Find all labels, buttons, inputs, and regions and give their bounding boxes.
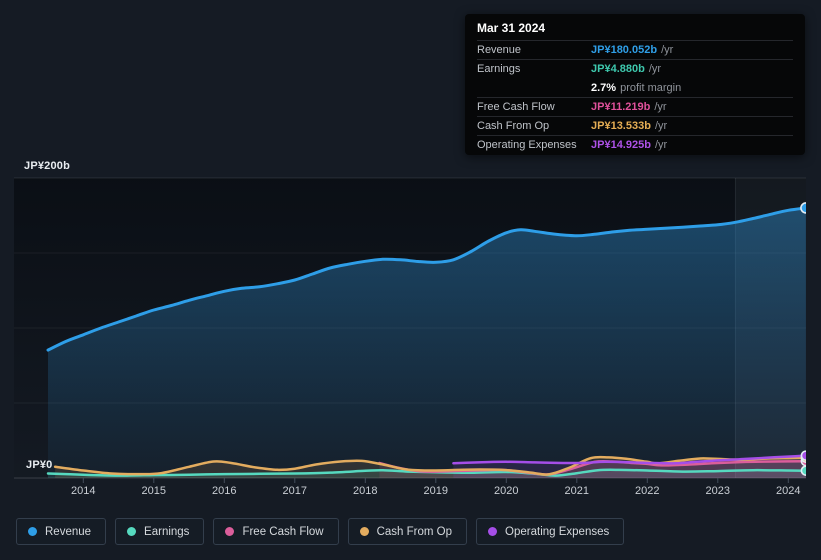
x-axis-label-2014: 2014 xyxy=(71,485,96,497)
tooltip-earnings-label: Earnings xyxy=(477,63,521,75)
x-axis-label-2021: 2021 xyxy=(564,485,590,497)
tooltip-fcf-label: Free Cash Flow xyxy=(477,101,555,113)
tooltip-row-profit-margin: 2.7% profit margin xyxy=(477,78,793,97)
tooltip-revenue-unit: /yr xyxy=(661,44,674,56)
tooltip-row-earnings: Earnings JP¥4.880b /yr xyxy=(477,59,793,78)
x-axis-label-2019: 2019 xyxy=(423,485,449,497)
chart-legend: Revenue Earnings Free Cash Flow Cash From O… xyxy=(16,518,625,545)
legend-label: Revenue xyxy=(45,525,92,538)
x-axis-ticks xyxy=(82,478,789,483)
chart-tooltip: Mar 31 2024 Revenue JP¥180.052b /yr Earn… xyxy=(465,14,805,155)
legend-label: Earnings xyxy=(144,525,190,538)
legend-label: Operating Expenses xyxy=(505,525,610,538)
x-axis-label-2016: 2016 xyxy=(212,485,237,497)
tooltip-revenue-label: Revenue xyxy=(477,44,522,56)
legend-label: Free Cash Flow xyxy=(242,525,324,538)
cash-from-op-legend-dot-icon xyxy=(359,527,369,536)
x-axis-label-2018: 2018 xyxy=(353,485,378,497)
revenue-end-marker xyxy=(800,202,806,214)
tooltip-opex-unit: /yr xyxy=(654,139,668,151)
tooltip-cashop-unit: /yr xyxy=(654,120,668,132)
x-axis-label-2017: 2017 xyxy=(282,485,308,497)
free-cash-flow-legend-dot-icon xyxy=(225,527,235,536)
y-axis-label-zero: JP¥0 xyxy=(26,459,53,471)
tooltip-earnings-unit: /yr xyxy=(648,63,662,75)
y-axis-label-max: JP¥200b xyxy=(24,160,71,172)
tooltip-row-operating-expenses: Operating Expenses JP¥14.925b /yr xyxy=(477,135,793,154)
tooltip-margin-text: profit margin xyxy=(620,81,682,94)
operating-expenses-end-marker xyxy=(800,450,806,461)
tooltip-cashop-value: JP¥13.533b xyxy=(591,120,651,132)
earnings-end-marker xyxy=(800,465,806,476)
tooltip-earnings-value: JP¥4.880b xyxy=(591,63,645,75)
tooltip-fcf-unit: /yr xyxy=(654,101,667,113)
x-axis-label-2020: 2020 xyxy=(494,485,519,497)
tooltip-opex-value: JP¥14.925b xyxy=(591,139,651,151)
earnings-legend-dot-icon xyxy=(127,527,137,536)
x-axis-label-2015: 2015 xyxy=(141,485,167,497)
x-axis-label-2022: 2022 xyxy=(635,485,660,497)
x-axis-label-2023: 2023 xyxy=(705,485,731,497)
tooltip-row-cash-from-op: Cash From Op JP¥13.533b /yr xyxy=(477,116,793,135)
legend-item-earnings[interactable]: Earnings xyxy=(115,518,205,545)
legend-item-operating-expenses[interactable]: Operating Expenses xyxy=(476,518,625,545)
tooltip-row-free-cash-flow: Free Cash Flow JP¥11.219b /yr xyxy=(477,97,793,116)
tooltip-row-revenue: Revenue JP¥180.052b /yr xyxy=(477,40,793,59)
revenue-legend-dot-icon xyxy=(28,527,37,536)
tooltip-fcf-value: JP¥11.219b xyxy=(591,101,651,113)
tooltip-cashop-label: Cash From Op xyxy=(477,120,550,132)
tooltip-revenue-value: JP¥180.052b xyxy=(591,44,658,56)
operating-expenses-legend-dot-icon xyxy=(488,527,498,536)
tooltip-margin-value: 2.7% xyxy=(591,81,617,94)
legend-label: Cash From Op xyxy=(376,525,453,538)
x-axis-label-2024: 2024 xyxy=(776,485,801,497)
financial-history-chart: JP¥200b JP¥0 2014 2015 2016 2017 2018 2019 202… xyxy=(0,0,821,560)
legend-item-free-cash-flow[interactable]: Free Cash Flow xyxy=(213,518,339,545)
legend-item-revenue[interactable]: Revenue xyxy=(16,518,107,545)
legend-item-cash-from-op[interactable]: Cash From Op xyxy=(347,518,468,545)
tooltip-date: Mar 31 2024 xyxy=(477,21,546,35)
tooltip-opex-label: Operating Expenses xyxy=(477,139,577,151)
